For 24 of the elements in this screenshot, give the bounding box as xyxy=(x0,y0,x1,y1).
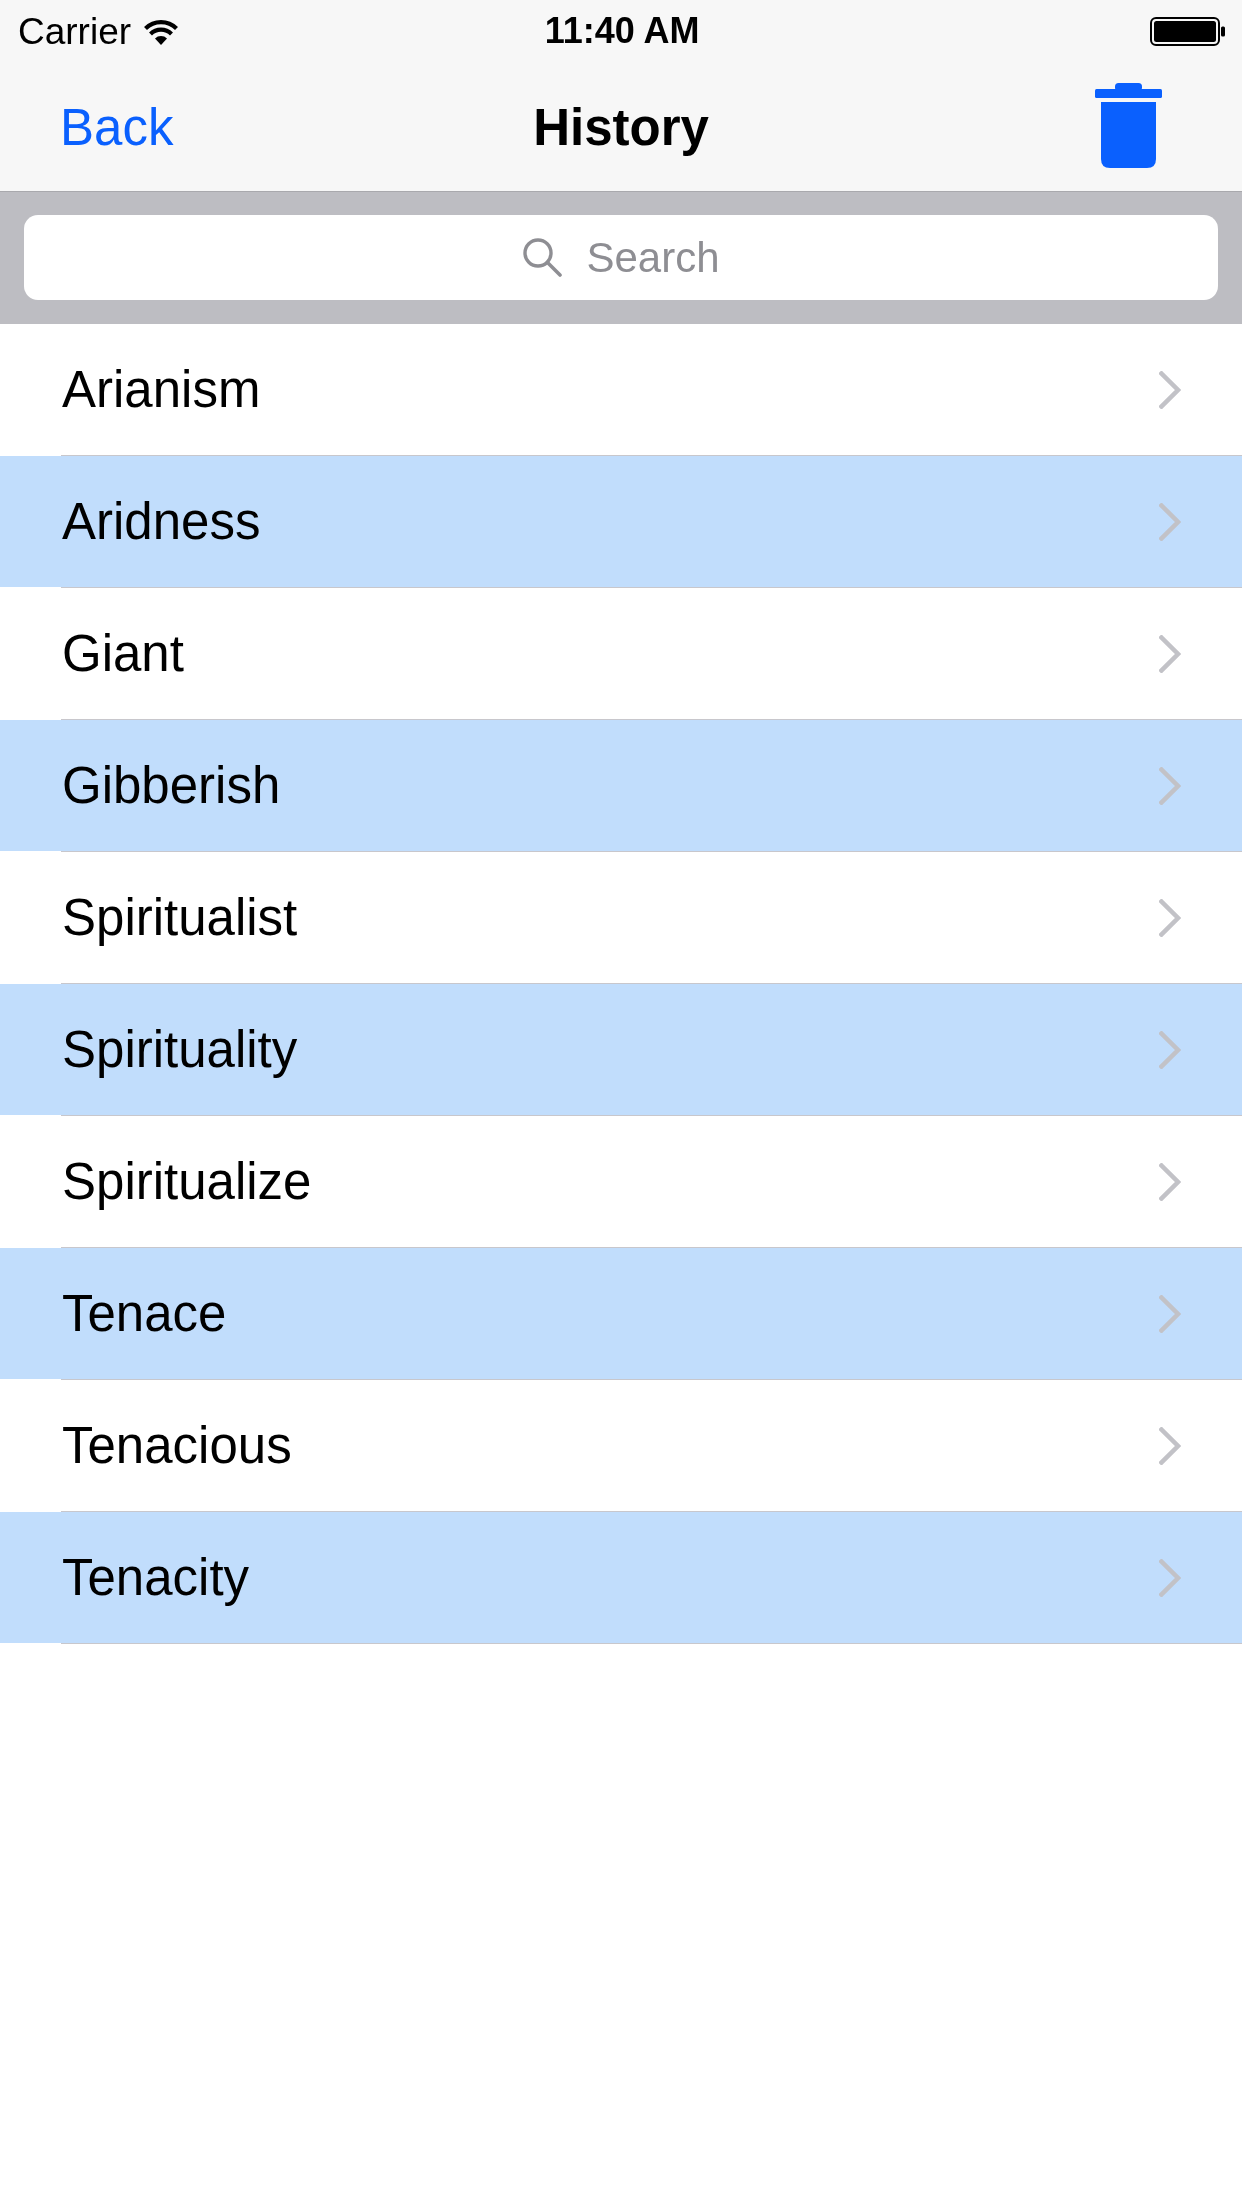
chevron-icon xyxy=(1159,766,1181,805)
chevron-icon xyxy=(1159,1294,1181,1333)
chevron-icon xyxy=(1159,1426,1181,1465)
history-row[interactable]: Aridness xyxy=(0,456,1242,587)
clock-time: 11:40 AM xyxy=(544,13,700,49)
back-button[interactable]: Back xyxy=(60,96,174,159)
search-icon xyxy=(522,237,563,277)
history-row[interactable]: Spirituality xyxy=(0,984,1242,1115)
chevron-icon xyxy=(1159,370,1181,409)
chevron-icon xyxy=(1159,1558,1181,1597)
trash-icon[interactable] xyxy=(1095,83,1162,168)
history-row[interactable]: Gibberish xyxy=(0,720,1242,851)
battery-icon xyxy=(1150,16,1226,46)
carrier-label: Carrier xyxy=(18,12,132,50)
chevron-icon xyxy=(1159,1162,1181,1201)
history-row[interactable]: Tenacity xyxy=(0,1512,1242,1643)
chevron-icon xyxy=(1159,502,1181,541)
nav-title: History xyxy=(533,97,709,158)
chevron-icon xyxy=(1159,1030,1181,1069)
history-row[interactable]: Tenace xyxy=(0,1248,1242,1379)
wifi-icon xyxy=(143,17,180,45)
chevron-icon xyxy=(1159,634,1181,673)
search-field[interactable]: Search xyxy=(24,215,1218,300)
chevron-icon xyxy=(1159,898,1181,937)
